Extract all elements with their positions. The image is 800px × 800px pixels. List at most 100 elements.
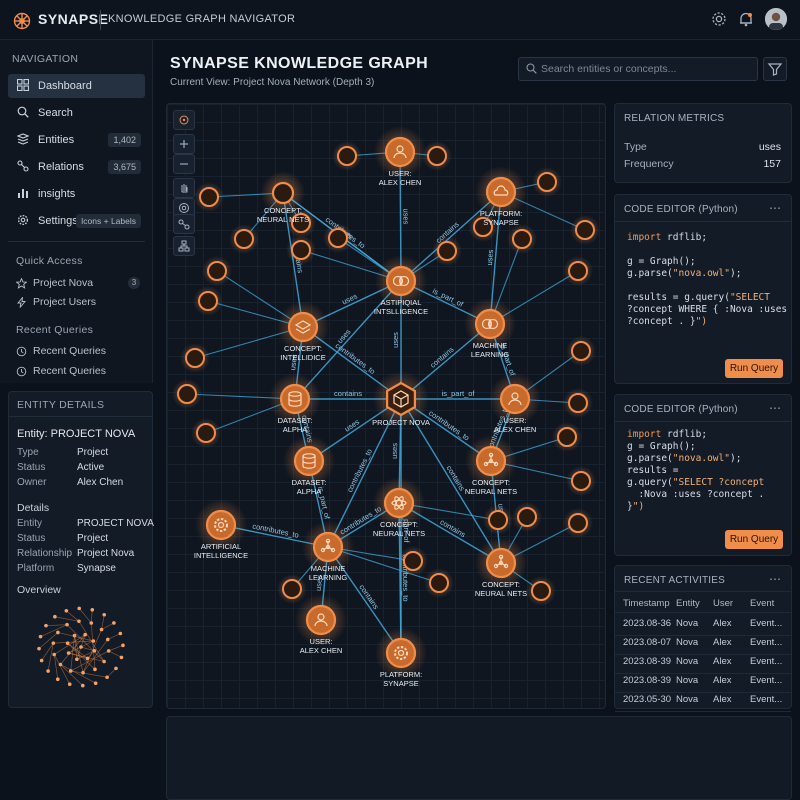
zoom-in-button[interactable] bbox=[173, 134, 195, 154]
node-label: DATASET: bbox=[278, 416, 313, 425]
node-label: USER: bbox=[389, 169, 412, 178]
graph-node[interactable] bbox=[279, 383, 311, 415]
sidebar-item-settings[interactable]: Settings Icons + Labels bbox=[8, 209, 145, 233]
leaf-node[interactable] bbox=[571, 341, 591, 361]
code-editor-text[interactable]: import rdflib; g = Graph(); g.parse("nova.… bbox=[627, 232, 787, 328]
knowledge-graph[interactable]: usescontains is_part_ofcontributes_to cont… bbox=[167, 104, 606, 709]
table-row[interactable]: 2023.05-30 Nova Alex Event... bbox=[615, 693, 791, 711]
leaf-node[interactable] bbox=[488, 510, 508, 530]
zoom-out-button[interactable] bbox=[173, 154, 195, 174]
leaf-node[interactable] bbox=[429, 573, 449, 593]
count-badge: 3,675 bbox=[108, 160, 141, 174]
leaf-node[interactable] bbox=[568, 513, 588, 533]
sidebar-item-entities[interactable]: Entities 1,402 bbox=[8, 128, 145, 152]
edge-label: uses bbox=[391, 332, 400, 348]
leaf-node[interactable] bbox=[337, 146, 357, 166]
overview-label: Overview bbox=[17, 584, 61, 596]
bell-icon[interactable] bbox=[737, 10, 755, 28]
graph-canvas[interactable]: uses contains is_part_of contributes_to cont… bbox=[166, 103, 606, 709]
leaf-node[interactable] bbox=[537, 172, 557, 192]
run-query-button[interactable]: Run Query bbox=[725, 359, 783, 378]
more-options-icon[interactable]: ⋯ bbox=[769, 572, 782, 586]
leaf-node[interactable] bbox=[571, 471, 591, 491]
code-line: g.query("SELECT ?concept bbox=[627, 477, 765, 488]
graph-node[interactable] bbox=[205, 509, 237, 541]
recenter-button[interactable] bbox=[173, 110, 195, 130]
edge-label: uses bbox=[341, 291, 359, 306]
run-query-button[interactable]: Run Query bbox=[725, 530, 783, 549]
leaf-node[interactable] bbox=[185, 348, 205, 368]
table-row[interactable]: 2023.08-07 Nova Alex Event... bbox=[615, 636, 791, 654]
more-options-icon[interactable]: ⋯ bbox=[769, 201, 782, 215]
search-input[interactable] bbox=[541, 58, 755, 80]
count-badge: 3 bbox=[128, 277, 140, 289]
leaf-node[interactable] bbox=[575, 220, 595, 240]
leaf-node[interactable] bbox=[198, 291, 218, 311]
leaf-node[interactable] bbox=[234, 229, 254, 249]
table-divider bbox=[615, 612, 791, 613]
node-label: NEURAL NETS bbox=[373, 529, 425, 538]
column-header[interactable]: User bbox=[713, 598, 733, 609]
leaf-node[interactable] bbox=[291, 240, 311, 260]
table-cell: Event... bbox=[750, 694, 783, 705]
hierarchy-tool-button[interactable] bbox=[173, 236, 195, 256]
column-header[interactable]: Timestamp bbox=[623, 598, 670, 609]
overview-node bbox=[58, 662, 63, 667]
leaf-node[interactable] bbox=[196, 423, 216, 443]
detail-value: PROJECT NOVA bbox=[77, 518, 154, 529]
overview-node bbox=[90, 607, 95, 612]
table-cell: Alex bbox=[713, 618, 732, 629]
leaf-node[interactable] bbox=[517, 507, 537, 527]
link-tool-button[interactable] bbox=[173, 214, 195, 234]
link-icon bbox=[178, 219, 190, 230]
table-row[interactable]: 2023.08-39 Nova Alex Event... bbox=[615, 674, 791, 692]
leaf-node[interactable] bbox=[427, 146, 447, 166]
table-cell: Event... bbox=[750, 618, 783, 629]
table-row[interactable]: 2023.08-36 Nova Alex Event... bbox=[615, 617, 791, 635]
hierarchy-icon bbox=[178, 240, 190, 252]
leaf-node[interactable] bbox=[199, 187, 219, 207]
leaf-node[interactable] bbox=[568, 261, 588, 281]
code-editor-text[interactable]: import rdflib; g = Graph(); g.parse("nova.… bbox=[627, 429, 764, 513]
overview-edge bbox=[45, 624, 68, 626]
table-cell: Nova bbox=[676, 694, 699, 705]
table-row[interactable]: 2023.08-39 Nova Alex Event... bbox=[615, 655, 791, 673]
sidebar-item-insights[interactable]: insights bbox=[8, 182, 145, 206]
edge-label: contributes_to bbox=[334, 341, 377, 376]
leaf-node[interactable] bbox=[282, 579, 302, 599]
sidebar-item-label: Entities bbox=[38, 134, 75, 146]
leaf-node[interactable] bbox=[207, 261, 227, 281]
search-box[interactable] bbox=[518, 57, 758, 81]
column-header[interactable]: Entity bbox=[676, 598, 700, 609]
graph-node[interactable] bbox=[383, 487, 415, 519]
column-header[interactable]: Event bbox=[750, 598, 774, 609]
filter-button[interactable] bbox=[763, 57, 787, 81]
leaf-node[interactable] bbox=[531, 581, 551, 601]
graph-node[interactable] bbox=[293, 445, 325, 477]
avatar[interactable] bbox=[765, 8, 787, 30]
leaf-node[interactable] bbox=[557, 427, 577, 447]
node-label: MACHINE bbox=[311, 564, 346, 573]
graph-node[interactable] bbox=[485, 176, 517, 208]
entity-name: Entity: PROJECT NOVA bbox=[17, 428, 136, 440]
sidebar-item-dashboard[interactable]: Dashboard bbox=[8, 74, 145, 98]
leaf-node[interactable] bbox=[568, 393, 588, 413]
graph-node[interactable] bbox=[287, 311, 319, 343]
node-label: ASTIPIQIAL bbox=[381, 298, 422, 307]
page-title: SYNAPSE KNOWLEDGE GRAPH bbox=[170, 55, 429, 72]
gear-icon[interactable] bbox=[710, 10, 728, 28]
leaf-node[interactable] bbox=[328, 228, 348, 248]
leaf-node[interactable] bbox=[177, 384, 197, 404]
leaf-node[interactable] bbox=[512, 229, 532, 249]
graph-node[interactable] bbox=[271, 181, 295, 205]
pan-tool-button[interactable] bbox=[173, 178, 195, 198]
graph-node[interactable] bbox=[385, 637, 417, 669]
more-options-icon[interactable]: ⋯ bbox=[769, 401, 782, 415]
node-label: NEURAL NETS bbox=[475, 589, 527, 598]
sidebar-item-relations[interactable]: Relations 3,675 bbox=[8, 155, 145, 179]
sidebar-item-search[interactable]: Search bbox=[8, 101, 145, 125]
overview-node bbox=[105, 637, 110, 642]
leaf-node[interactable] bbox=[403, 551, 423, 571]
overview-edge bbox=[70, 670, 108, 678]
leaf-node[interactable] bbox=[437, 241, 457, 261]
